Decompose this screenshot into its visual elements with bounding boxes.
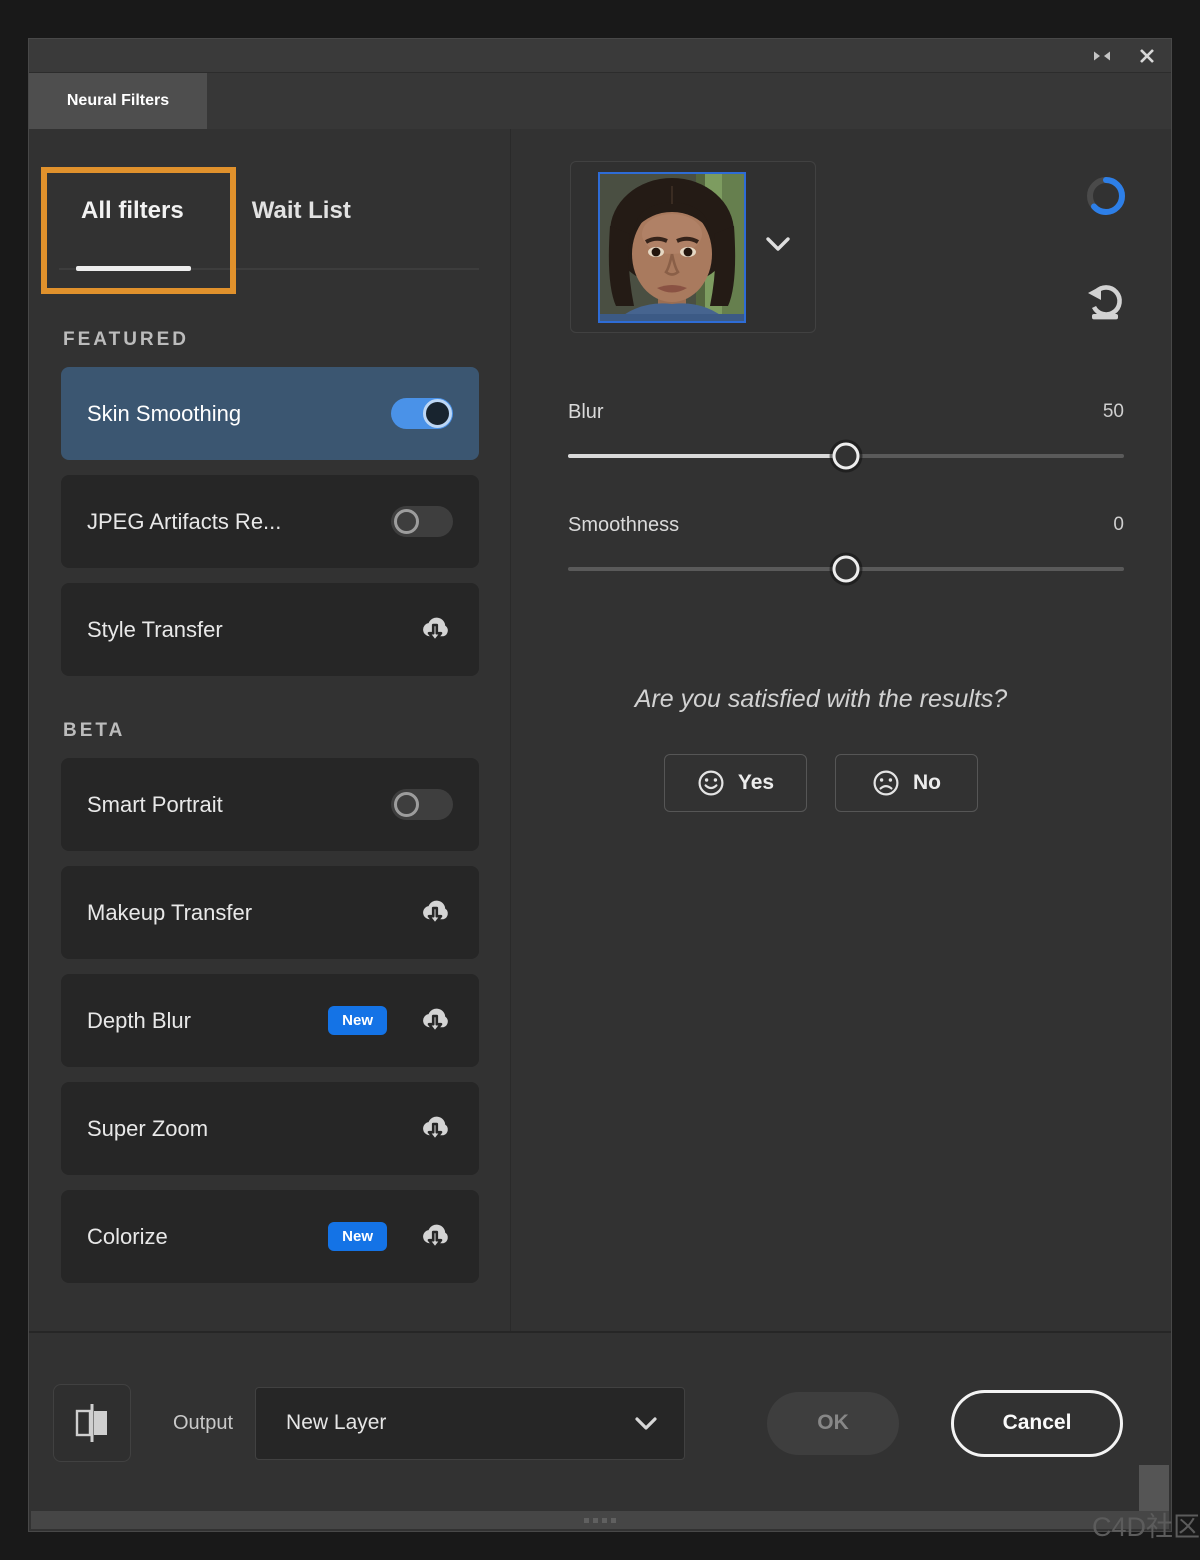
filter-label: Skin Smoothing [87,401,391,427]
no-label: No [913,771,941,795]
filter-item-smart-portrait[interactable]: Smart Portrait [61,758,479,851]
chevron-down-icon [634,1416,658,1431]
filter-label: Makeup Transfer [87,900,417,926]
feedback-no-button[interactable]: No [835,754,978,812]
cancel-button[interactable]: Cancel [951,1390,1123,1457]
yes-label: Yes [738,771,774,795]
filter-toggle[interactable] [391,789,453,820]
smoothness-slider-knob[interactable] [833,556,860,583]
tab-wait-list[interactable]: Wait List [252,197,351,225]
filter-item-jpeg-artifacts-re[interactable]: JPEG Artifacts Re... [61,475,479,568]
filters-sidebar: All filters Wait List FEATURED Skin Smoot… [29,129,511,1331]
filter-item-skin-smoothing[interactable]: Skin Smoothing [61,367,479,460]
filter-label: JPEG Artifacts Re... [87,509,391,535]
filter-toggle[interactable] [391,506,453,537]
split-view-icon [73,1402,111,1444]
smoothness-slider: Smoothness 0 [568,514,1124,571]
filter-label: Smart Portrait [87,792,391,818]
split-view-button[interactable] [53,1384,131,1462]
filter-label: Super Zoom [87,1116,417,1142]
output-label: Output [173,1412,233,1435]
reset-icon[interactable] [1085,283,1125,328]
titlebar [29,39,1171,73]
smoothness-slider-track[interactable] [568,567,1124,571]
collapse-panels-icon[interactable] [1093,50,1111,62]
filter-item-super-zoom[interactable]: Super Zoom [61,1082,479,1175]
filter-item-makeup-transfer[interactable]: Makeup Transfer [61,866,479,959]
blur-value: 50 [1103,401,1124,424]
cloud-download-icon[interactable] [417,1004,453,1037]
blur-label: Blur [568,401,604,424]
cloud-download-icon[interactable] [417,1220,453,1253]
filter-settings-panel: Blur 50 Smoothness 0 [511,129,1171,1331]
filter-label: Depth Blur [87,1008,328,1034]
feedback-yes-button[interactable]: Yes [664,754,807,812]
new-badge: New [328,1006,387,1035]
output-select[interactable]: New Layer [255,1387,685,1460]
feedback-question: Are you satisfied with the results? [511,685,1131,714]
processing-spinner-icon [1085,175,1127,222]
neural-filters-dialog: Neural Filters All filters Wait List FEA… [28,38,1172,1532]
cloud-download-icon[interactable] [417,613,453,646]
frown-icon [872,769,900,797]
tab-all-filters[interactable]: All filters [81,197,184,225]
tab-neural-filters[interactable]: Neural Filters [29,73,207,129]
blur-slider: Blur 50 [568,401,1124,458]
watermark-text: C4D社区 [1092,1505,1200,1544]
active-tab-underline [76,266,191,271]
chevron-down-icon[interactable] [765,236,791,257]
blur-slider-knob[interactable] [833,443,860,470]
close-icon[interactable] [1139,48,1155,64]
scrollbar-grip [584,1518,616,1523]
cloud-download-icon[interactable] [417,1112,453,1145]
window-tab-strip: Neural Filters [29,73,1171,129]
filter-label: Style Transfer [87,617,417,643]
blur-slider-track[interactable] [568,454,1124,458]
smiley-icon [697,769,725,797]
horizontal-scrollbar[interactable] [31,1511,1169,1529]
section-header: FEATURED [63,329,510,351]
filter-item-colorize[interactable]: ColorizeNew [61,1190,479,1283]
filter-item-style-transfer[interactable]: Style Transfer [61,583,479,676]
output-selected-value: New Layer [286,1411,634,1435]
preview-thumbnail[interactable] [570,161,816,333]
new-badge: New [328,1222,387,1251]
filter-label: Colorize [87,1224,328,1250]
ok-button[interactable]: OK [767,1392,899,1455]
filter-toggle[interactable] [391,398,453,429]
smoothness-label: Smoothness [568,514,679,537]
footer-bar: Output New Layer OK Cancel [29,1331,1171,1513]
portrait-image [598,172,746,323]
blur-slider-fill [568,454,846,458]
filter-list: FEATURED Skin Smoothing JPEG Artifacts Re.… [29,329,510,1298]
section-header: BETA [63,720,510,742]
smoothness-value: 0 [1113,514,1124,537]
cloud-download-icon[interactable] [417,896,453,929]
filter-item-depth-blur[interactable]: Depth BlurNew [61,974,479,1067]
